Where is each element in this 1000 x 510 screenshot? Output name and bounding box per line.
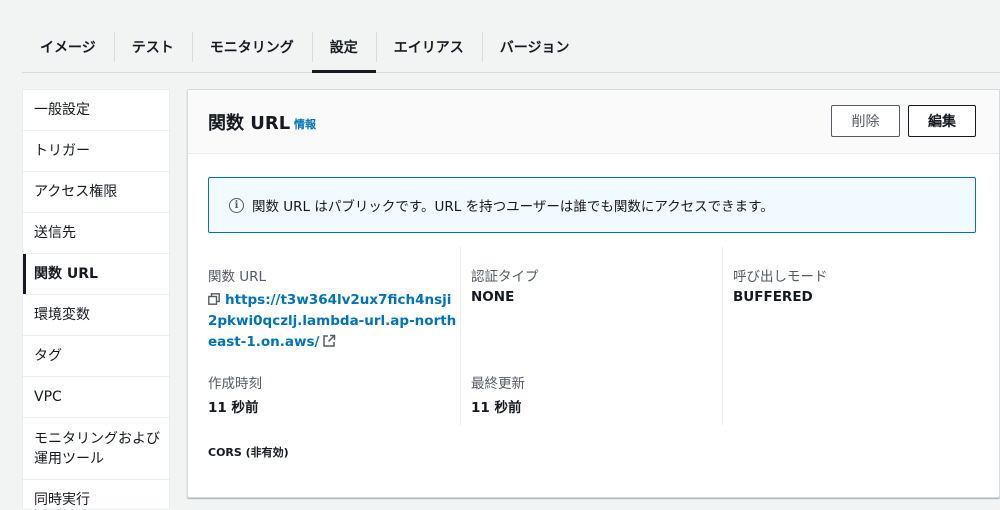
public-url-alert: i 関数 URL はパブリックです。URL を持つユーザーは誰でも関数にアクセス…: [208, 177, 976, 233]
tab-label: バージョン: [499, 40, 570, 56]
sidenav-item-triggers[interactable]: トリガー: [23, 131, 169, 172]
tab-bar: イメージ テスト モニタリング 設定 エイリアス バージョン: [22, 22, 1000, 73]
edit-button[interactable]: 編集: [908, 105, 976, 137]
tab-label: 設定: [329, 40, 358, 56]
sidenav-item-function-url[interactable]: 関数 URL: [23, 254, 169, 295]
tab-aliases[interactable]: エイリアス: [375, 22, 482, 72]
tab-image[interactable]: イメージ: [22, 22, 114, 72]
tab-label: イメージ: [40, 40, 96, 56]
tab-versions[interactable]: バージョン: [481, 22, 588, 72]
function-url-panel: 関数 URL 情報 削除 編集 i 関数 URL はパブリックです。URL を持…: [187, 89, 1000, 498]
tab-label: モニタリング: [209, 40, 294, 56]
created-value: 11 秒前: [208, 400, 259, 416]
column-divider: [722, 247, 723, 425]
config-side-nav: 一般設定 トリガー アクセス権限 送信先 関数 URL 環境変数 タグ VPC …: [22, 89, 170, 510]
alert-text: 関数 URL はパブリックです。URL を持つユーザーは誰でも関数にアクセスでき…: [252, 199, 774, 215]
auth-type-value: NONE: [471, 289, 515, 305]
tab-test[interactable]: テスト: [113, 22, 192, 72]
copy-icon[interactable]: [208, 293, 220, 305]
external-link-icon[interactable]: [322, 334, 336, 348]
created-label: 作成時刻: [208, 376, 262, 392]
sidenav-item-monitoring-tools[interactable]: モニタリングおよび 運用ツール: [23, 418, 169, 480]
invoke-mode-value: BUFFERED: [733, 289, 813, 305]
tab-monitoring[interactable]: モニタリング: [191, 22, 312, 72]
sidenav-item-concurrency[interactable]: 同時実行: [23, 480, 169, 509]
info-icon: i: [229, 197, 244, 213]
sidenav-item-permissions[interactable]: アクセス権限: [23, 172, 169, 213]
sidenav-item-tags[interactable]: タグ: [23, 336, 169, 377]
tab-label: テスト: [131, 40, 174, 56]
delete-button[interactable]: 削除: [831, 105, 900, 137]
updated-value: 11 秒前: [471, 400, 522, 416]
tab-label: エイリアス: [393, 40, 464, 56]
sidenav-item-destinations[interactable]: 送信先: [23, 213, 169, 254]
cors-status: CORS (非有効): [208, 446, 289, 459]
column-divider: [460, 247, 461, 425]
panel-header: 関数 URL 情報 削除 編集: [188, 90, 999, 154]
sidenav-item-general[interactable]: 一般設定: [23, 90, 169, 131]
function-url-label: 関数 URL: [208, 269, 267, 285]
sidenav-item-environment-variables[interactable]: 環境変数: [23, 295, 169, 336]
auth-type-label: 認証タイプ: [471, 269, 539, 285]
invoke-mode-label: 呼び出しモード: [733, 269, 828, 285]
panel-title: 関数 URL: [208, 113, 291, 134]
tab-configuration[interactable]: 設定: [311, 22, 376, 73]
updated-label: 最終更新: [471, 376, 525, 392]
function-url-link[interactable]: https://t3w364lv2ux7fich4nsji2pkwi0qczlj…: [208, 290, 458, 353]
sidenav-item-vpc[interactable]: VPC: [23, 377, 169, 418]
info-link[interactable]: 情報: [294, 116, 316, 132]
